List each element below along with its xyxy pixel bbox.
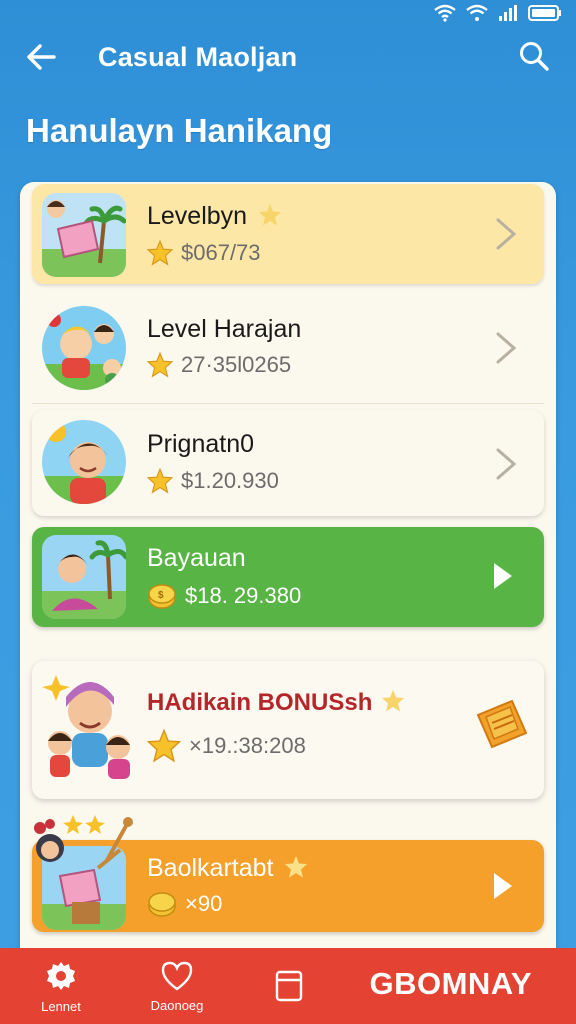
- star-icon: [147, 352, 173, 378]
- nav-item-daonoeg[interactable]: Daonoeg: [122, 948, 232, 1024]
- nav-item-lennet[interactable]: Lennet: [6, 948, 116, 1024]
- list-item[interactable]: HAdikain BONUSsh ×19.:38:208: [32, 661, 544, 799]
- item-thumbnail: [42, 535, 126, 619]
- item-title: Baolkartabt: [147, 854, 274, 882]
- list-item[interactable]: Level Harajan 27·35l0265: [32, 298, 544, 402]
- star-icon: [147, 468, 173, 494]
- star-icon: [147, 729, 181, 763]
- battery-icon: [528, 5, 561, 21]
- chevron-right-icon: [496, 218, 517, 250]
- app-title: Casual Maoljan: [98, 42, 298, 72]
- item-thumbnail: [42, 306, 126, 390]
- search-icon: [520, 42, 549, 71]
- signal-icon: [499, 5, 517, 21]
- item-title: Levelbyn: [147, 202, 248, 230]
- wifi-icon: [434, 4, 456, 22]
- item-thumbnail: [38, 671, 138, 783]
- nav-label: Lennet: [41, 998, 81, 1014]
- divider: [32, 403, 544, 404]
- item-thumbnail: [42, 193, 126, 277]
- item-title: Level Harajan: [147, 315, 302, 343]
- section-title: Hanulayn Hanikang: [26, 112, 333, 149]
- coin-icon: [148, 892, 176, 917]
- item-thumbnail: [42, 420, 126, 504]
- play-icon: [494, 873, 512, 899]
- item-value: ×90: [185, 891, 223, 916]
- wifi-alt-icon: [466, 4, 488, 21]
- item-title: Prignatn0: [147, 430, 255, 458]
- ticket-badge-icon[interactable]: [472, 695, 530, 753]
- heart-icon: [161, 961, 193, 990]
- list-item[interactable]: Bayauan $ $18. 29.380: [32, 527, 544, 627]
- nav-label: Daonoeg: [150, 997, 204, 1013]
- nav-item-box[interactable]: [234, 948, 344, 1024]
- star-icon: [285, 856, 308, 878]
- arrow-left-icon: [27, 44, 56, 70]
- star-icon: [147, 240, 173, 266]
- list-item[interactable]: Levelbyn $067/73: [32, 184, 544, 284]
- gear-icon: [47, 961, 75, 990]
- item-value: $1.20.930: [181, 468, 279, 493]
- star-icon: [259, 204, 282, 226]
- item-value: $18. 29.380: [185, 583, 302, 608]
- character-decoration: [34, 815, 133, 863]
- chevron-right-icon: [496, 332, 517, 364]
- box-icon: [275, 970, 303, 1002]
- svg-text:$: $: [158, 590, 164, 601]
- chevron-right-icon: [496, 448, 517, 480]
- list-item[interactable]: Prignatn0 $1.20.930: [32, 410, 544, 516]
- play-icon: [494, 563, 512, 589]
- item-value: ×19.:38:208: [189, 733, 306, 758]
- coin-icon: $: [148, 584, 176, 609]
- item-value: 27·35l0265: [181, 352, 292, 377]
- app-bar: Casual Maoljan: [0, 30, 576, 84]
- status-bar: [0, 0, 576, 26]
- bonus-title: HAdikain BONUSsh: [147, 689, 373, 716]
- brand-label[interactable]: GBOMNAY: [369, 966, 532, 1002]
- back-button[interactable]: [24, 40, 58, 74]
- star-icon: [382, 690, 405, 712]
- search-button[interactable]: [516, 38, 552, 74]
- item-title: Bayauan: [147, 544, 246, 572]
- bottom-nav: Lennet Daonoeg GBOMNAY: [0, 948, 576, 1024]
- item-value: $067/73: [181, 240, 261, 265]
